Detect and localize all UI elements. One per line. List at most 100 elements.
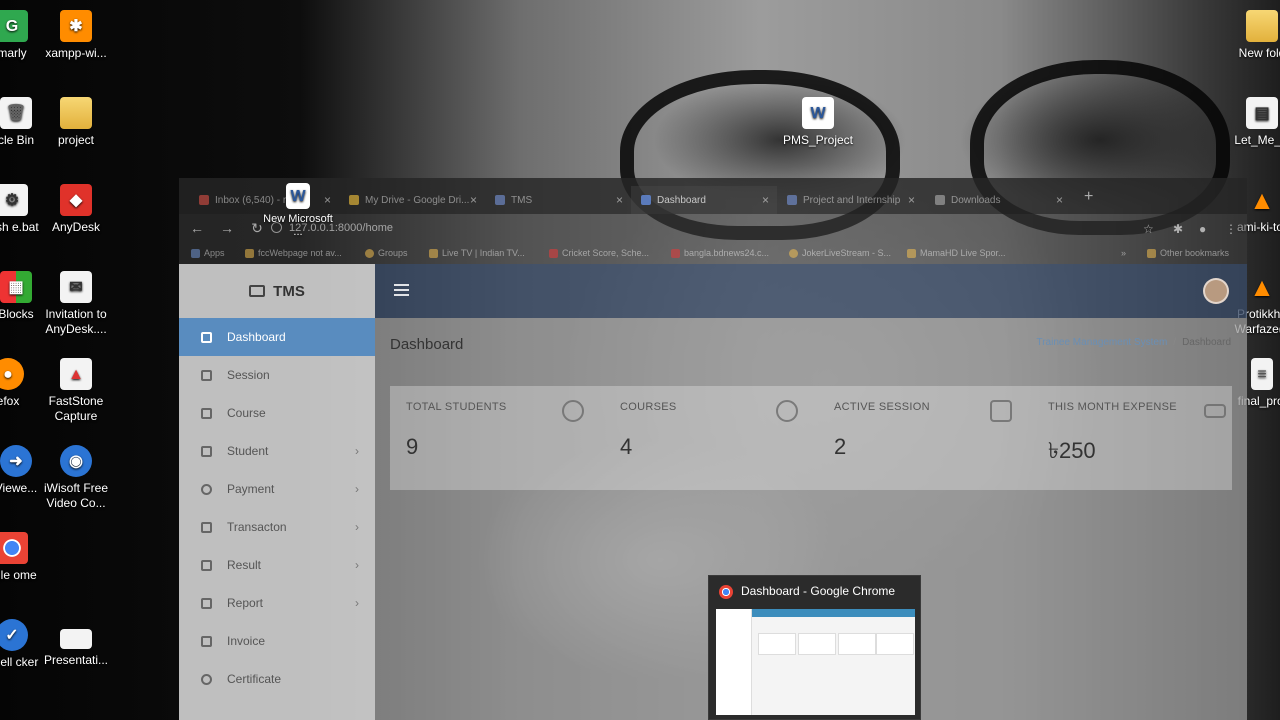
sidebar-item-dashboard[interactable]: Dashboard: [179, 318, 375, 356]
bookmark-joker[interactable]: JokerLiveStream - S...: [789, 248, 891, 258]
sidebar-item-student[interactable]: Student ›: [179, 432, 375, 470]
breadcrumb-root-link[interactable]: Trainee Management System: [1036, 337, 1167, 348]
globe-icon: [789, 248, 798, 258]
drive-icon: [349, 195, 359, 205]
tab-my-drive[interactable]: My Drive - Google Dri... ×: [339, 186, 485, 214]
stat-value: 4: [620, 434, 633, 459]
bookmark-fcc[interactable]: fccWebpage not av...: [245, 248, 342, 258]
text-file-icon: ≡: [1251, 358, 1273, 390]
word-doc-icon: W: [286, 183, 310, 209]
course-icon: [201, 407, 212, 419]
desktop-icon-xampp[interactable]: ✱ xampp-wi...: [36, 10, 116, 61]
desktop-monitor-icon: [249, 285, 266, 297]
chrome-icon: [719, 585, 733, 599]
stat-card-active-session: ACTIVE SESSION 2: [818, 386, 1032, 490]
spellchecker-icon: ✓: [0, 619, 28, 651]
vlc-icon: ▲: [1249, 271, 1275, 302]
folder-icon: [1246, 10, 1278, 42]
breadcrumb-current: Dashboard: [1182, 337, 1231, 348]
tab-close-icon[interactable]: ×: [470, 193, 477, 207]
cricket-icon: [549, 248, 558, 258]
profile-icon[interactable]: ●: [1199, 222, 1206, 236]
desktop-icon-faststone[interactable]: ▲ FastStone Capture: [36, 358, 116, 424]
word-doc-icon: W: [802, 97, 834, 129]
chevron-right-icon: ›: [355, 444, 359, 458]
tab-dashboard[interactable]: Dashboard ×: [631, 186, 777, 214]
bookmark-groups[interactable]: Groups: [365, 248, 408, 258]
payment-icon: [201, 483, 212, 495]
tab-tms[interactable]: TMS ×: [485, 186, 631, 214]
desktop-icon-anydesk[interactable]: ◆ AnyDesk: [36, 184, 116, 235]
dashboard-favicon-icon: [641, 195, 651, 205]
desktop-icon-new-folder[interactable]: New fold: [1222, 10, 1280, 61]
brand[interactable]: TMS: [179, 264, 375, 318]
bookmark-star-icon[interactable]: ☆: [1143, 222, 1154, 236]
stat-value: ৳250: [1048, 438, 1096, 463]
faststone-icon: ▲: [60, 358, 92, 390]
extensions-icon[interactable]: ✱: [1173, 222, 1183, 236]
breadcrumb: Trainee Management System / Dashboard: [1036, 337, 1231, 348]
tab-close-icon[interactable]: ×: [1056, 193, 1063, 207]
app-header: [375, 264, 1247, 318]
sidebar-item-result[interactable]: Result ›: [179, 546, 375, 584]
stat-card-month-expense: THIS MONTH EXPENSE ৳250: [1032, 386, 1246, 490]
sidebar-item-report[interactable]: Report ›: [179, 584, 375, 622]
tab-project-internship[interactable]: Project and Internship ×: [777, 186, 923, 214]
menu-dots-icon[interactable]: ⋮: [1225, 222, 1237, 236]
new-tab-button[interactable]: +: [1084, 188, 1093, 206]
chevron-right-icon: ›: [355, 596, 359, 610]
viewer-icon: ➜: [0, 445, 32, 477]
forward-arrow-icon[interactable]: →: [215, 220, 239, 236]
video-file-icon: ▤: [1246, 97, 1278, 129]
tab-downloads[interactable]: Downloads ×: [925, 186, 1071, 214]
tab-close-icon[interactable]: ×: [908, 193, 915, 207]
grammarly-icon: G: [0, 10, 28, 42]
firefox-icon: ●: [0, 358, 24, 390]
avatar[interactable]: [1203, 278, 1229, 304]
news-icon: [671, 248, 680, 258]
preview-thumbnail-card: [758, 633, 796, 655]
desktop-icon-presentation[interactable]: Presentati...: [36, 619, 116, 668]
sidebar-item-payment[interactable]: Payment ›: [179, 470, 375, 508]
batch-file-icon: ⚙: [0, 184, 28, 216]
desktop-icon-let-me-d[interactable]: ▤ Let_Me_D: [1222, 97, 1280, 148]
tab-close-icon[interactable]: ×: [616, 193, 623, 207]
sidebar-item-transaction[interactable]: Transacton ›: [179, 508, 375, 546]
sidebar-item-invoice[interactable]: Invoice: [179, 622, 375, 660]
tab-bar: Inbox (6,540) - ru... × My Drive - Googl…: [179, 178, 1247, 214]
desktop-icon-pms-project[interactable]: W PMS_Project: [778, 97, 858, 148]
bookmark-apps[interactable]: Apps: [191, 248, 225, 258]
chevron-right-icon: ›: [355, 558, 359, 572]
bookmark-bdnews[interactable]: bangla.bdnews24.c...: [671, 248, 769, 258]
desktop-icon-new-microsoft-word[interactable]: W New Microsoft ...: [258, 183, 338, 239]
sidebar-item-certificate[interactable]: Certificate: [179, 660, 375, 698]
bookmark-other[interactable]: Other bookmarks: [1147, 248, 1229, 258]
sidebar-item-session[interactable]: Session: [179, 356, 375, 394]
vlc-icon: ▲: [1249, 184, 1275, 215]
tab-close-icon[interactable]: ×: [762, 193, 769, 207]
desktop-icon-iwisoft[interactable]: ◉ iWisoft Free Video Co...: [36, 445, 116, 511]
anydesk-icon: ◆: [60, 184, 92, 216]
bookmark-live-tv[interactable]: Live TV | Indian TV...: [429, 248, 525, 258]
session-icon: [201, 369, 212, 381]
invoice-icon: [201, 635, 212, 647]
desktop-icon-project[interactable]: project: [36, 97, 116, 148]
award-icon: [776, 400, 798, 422]
blocks-icon: ▦: [0, 271, 32, 303]
back-arrow-icon[interactable]: ←: [185, 220, 209, 236]
desktop-icon-invitation-anydesk[interactable]: ✉ Invitation to AnyDesk....: [36, 271, 116, 337]
preview-thumbnail-card: [798, 633, 836, 655]
hamburger-menu-icon[interactable]: [394, 284, 409, 296]
bookmarks-overflow[interactable]: »: [1121, 248, 1126, 258]
folder-icon: [1147, 248, 1156, 258]
money-icon: [1204, 404, 1226, 418]
student-icon: [201, 445, 212, 457]
url-field[interactable]: 127.0.0.1:8000/home: [271, 218, 1111, 238]
bookmark-cricket[interactable]: Cricket Score, Sche...: [549, 248, 649, 258]
taskbar-preview-chrome[interactable]: Dashboard - Google Chrome: [708, 575, 921, 720]
preview-thumbnail[interactable]: [716, 609, 915, 715]
sidebar-item-course[interactable]: Course: [179, 394, 375, 432]
gmail-icon: [199, 195, 209, 205]
bookmark-mamahd[interactable]: MamaHD Live Spor...: [907, 248, 1006, 258]
desktop-icon-chrome[interactable]: ogle ome: [0, 532, 52, 583]
